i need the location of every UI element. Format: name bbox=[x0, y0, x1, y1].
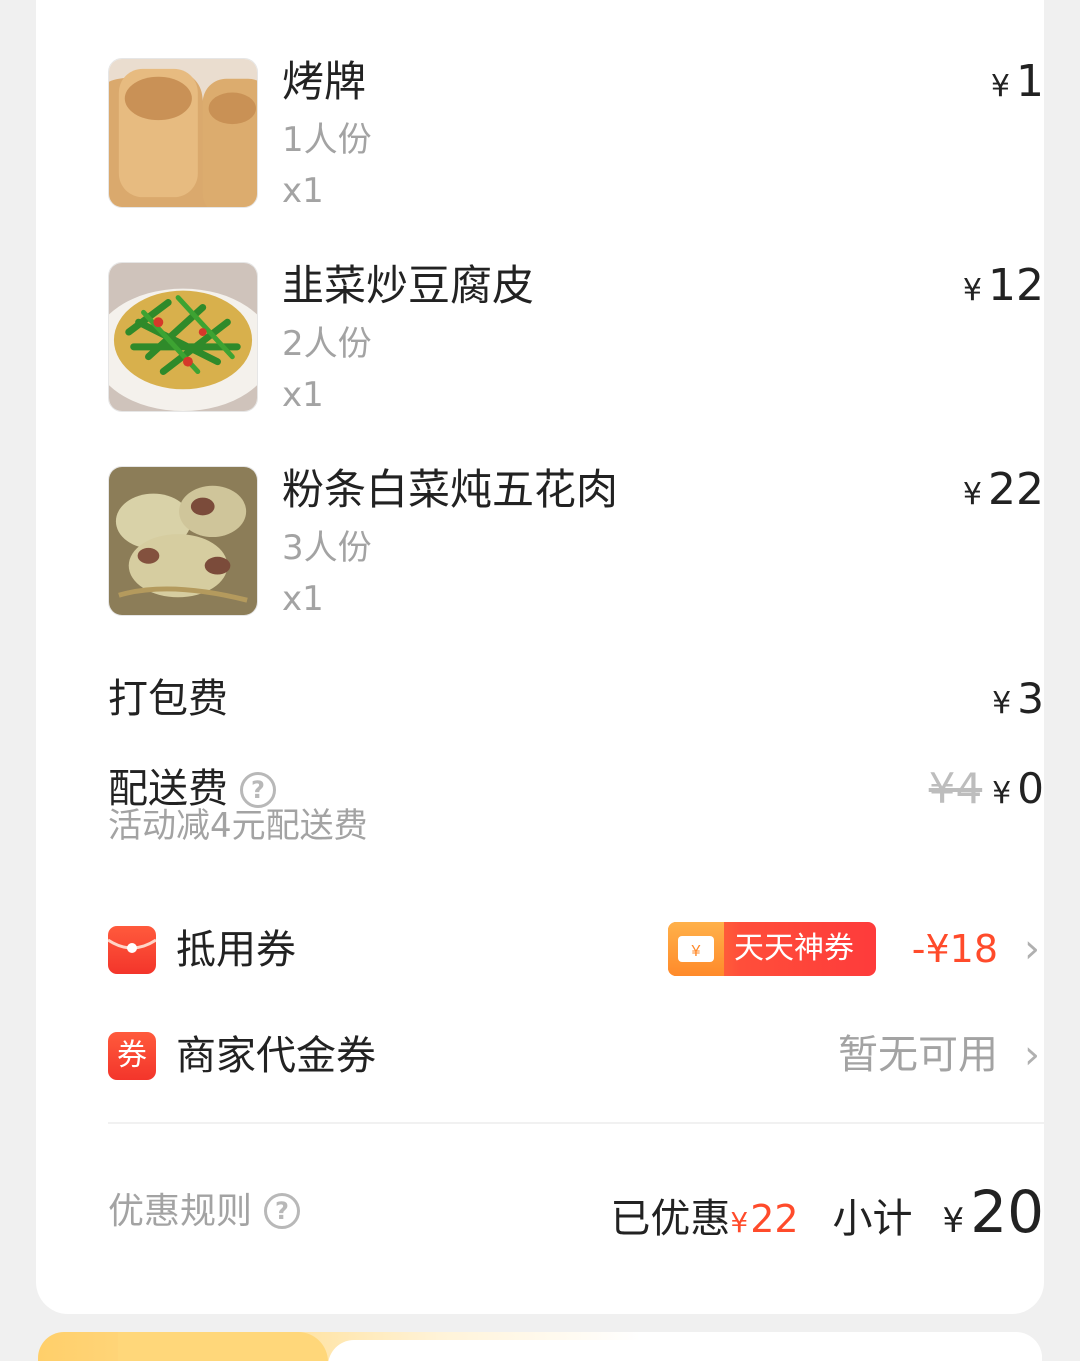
currency-symbol: ¥ bbox=[962, 273, 982, 308]
delivery-fee-note: 活动减4元配送费 bbox=[108, 806, 368, 846]
discount-rules-label: 优惠规则 bbox=[108, 1191, 253, 1232]
packing-fee-label: 打包费 bbox=[108, 676, 228, 722]
saved-amount: ¥22 bbox=[730, 1197, 798, 1241]
saved-label: 已优惠 bbox=[610, 1196, 731, 1242]
divider bbox=[108, 1122, 1044, 1124]
item-portion: 1人份 bbox=[282, 120, 372, 160]
subtotal-amount-value: 20 bbox=[970, 1178, 1044, 1246]
item-price-value: 12 bbox=[988, 260, 1044, 311]
discount-rules-link[interactable]: 优惠规则? bbox=[108, 1188, 301, 1236]
item-name: 烤牌 bbox=[282, 57, 367, 106]
item-quantity: x1 bbox=[282, 579, 324, 619]
delivery-fee-value: 0 bbox=[1017, 764, 1044, 813]
daily-coupon-badge-text: 天天神券 bbox=[734, 931, 854, 966]
svg-text:¥: ¥ bbox=[691, 943, 701, 960]
item-name: 韭菜炒豆腐皮 bbox=[282, 261, 535, 310]
item-quantity: x1 bbox=[282, 171, 324, 211]
item-price: ¥1 bbox=[991, 58, 1044, 111]
food-thumbnail bbox=[108, 466, 258, 616]
item-price: ¥12 bbox=[963, 262, 1044, 315]
help-icon[interactable]: ? bbox=[240, 772, 276, 808]
order-item[interactable]: 烤牌 1人份 x1 ¥1 bbox=[108, 57, 1044, 211]
merchant-voucher-label: 商家代金券 bbox=[176, 1033, 376, 1079]
summary-footer: 优惠规则? 已优惠¥22 小计 ¥20 bbox=[108, 1182, 1044, 1244]
red-envelope-icon bbox=[107, 926, 157, 974]
coupon-amount: -¥18 bbox=[911, 927, 998, 971]
delivery-fee-original-price: ¥4 bbox=[928, 764, 983, 813]
subtotal-label: 小计 bbox=[832, 1196, 913, 1242]
item-price-value: 1 bbox=[1016, 56, 1044, 107]
chevron-right-icon[interactable]: › bbox=[1024, 1026, 1040, 1084]
voucher-icon: 券 bbox=[108, 1032, 156, 1080]
chevron-right-icon[interactable]: › bbox=[1024, 920, 1040, 978]
delivery-fee-price: ¥4 ¥0 bbox=[929, 762, 1044, 821]
packing-fee-value: 3 bbox=[1017, 674, 1044, 723]
order-item[interactable]: 粉条白菜炖五花肉 3人份 x1 ¥22 bbox=[108, 465, 1044, 619]
currency-symbol: ¥ bbox=[942, 1201, 965, 1241]
item-portion: 2人份 bbox=[282, 324, 372, 364]
food-thumbnail bbox=[108, 58, 258, 208]
order-item[interactable]: 韭菜炒豆腐皮 2人份 x1 ¥12 bbox=[108, 261, 1044, 415]
packing-fee-price: ¥3 bbox=[992, 672, 1044, 731]
coupon-row[interactable]: 抵用券 ¥ 天天神券 -¥18 › bbox=[107, 920, 1044, 980]
currency-symbol: ¥ bbox=[992, 686, 1012, 721]
merchant-voucher-row[interactable]: 券 商家代金券 暂无可用 › bbox=[108, 1026, 1044, 1086]
member-banner[interactable] bbox=[38, 1332, 1042, 1361]
item-price: ¥22 bbox=[963, 466, 1044, 519]
currency-symbol: ¥ bbox=[962, 477, 982, 512]
ticket-icon: ¥ bbox=[668, 922, 724, 976]
packing-fee-row: 打包费 ¥3 bbox=[108, 672, 1044, 732]
currency-symbol: ¥ bbox=[990, 69, 1010, 104]
member-banner-tag bbox=[118, 1332, 328, 1361]
currency-symbol: ¥ bbox=[992, 776, 1012, 811]
item-price-value: 22 bbox=[988, 464, 1044, 515]
merchant-voucher-status: 暂无可用 bbox=[838, 1032, 998, 1078]
item-name: 粉条白菜炖五花肉 bbox=[282, 465, 619, 514]
food-thumbnail bbox=[108, 262, 258, 412]
item-quantity: x1 bbox=[282, 375, 324, 415]
subtotal-amount: ¥20 bbox=[943, 1178, 1044, 1246]
item-portion: 3人份 bbox=[282, 528, 372, 568]
help-icon[interactable]: ? bbox=[264, 1193, 301, 1229]
daily-coupon-badge[interactable]: ¥ 天天神券 bbox=[668, 922, 876, 976]
coupon-label: 抵用券 bbox=[176, 927, 296, 973]
currency-symbol: ¥ bbox=[730, 1206, 749, 1239]
member-banner-body bbox=[328, 1340, 1042, 1361]
order-card: 烤牌 1人份 x1 ¥1 韭菜炒豆腐皮 2人份 x1 ¥12 粉条白菜炖五花肉 … bbox=[36, 0, 1044, 1314]
saved-amount-value: 22 bbox=[750, 1197, 799, 1241]
order-summary: 已优惠¥22 小计 ¥20 bbox=[610, 1182, 1044, 1257]
